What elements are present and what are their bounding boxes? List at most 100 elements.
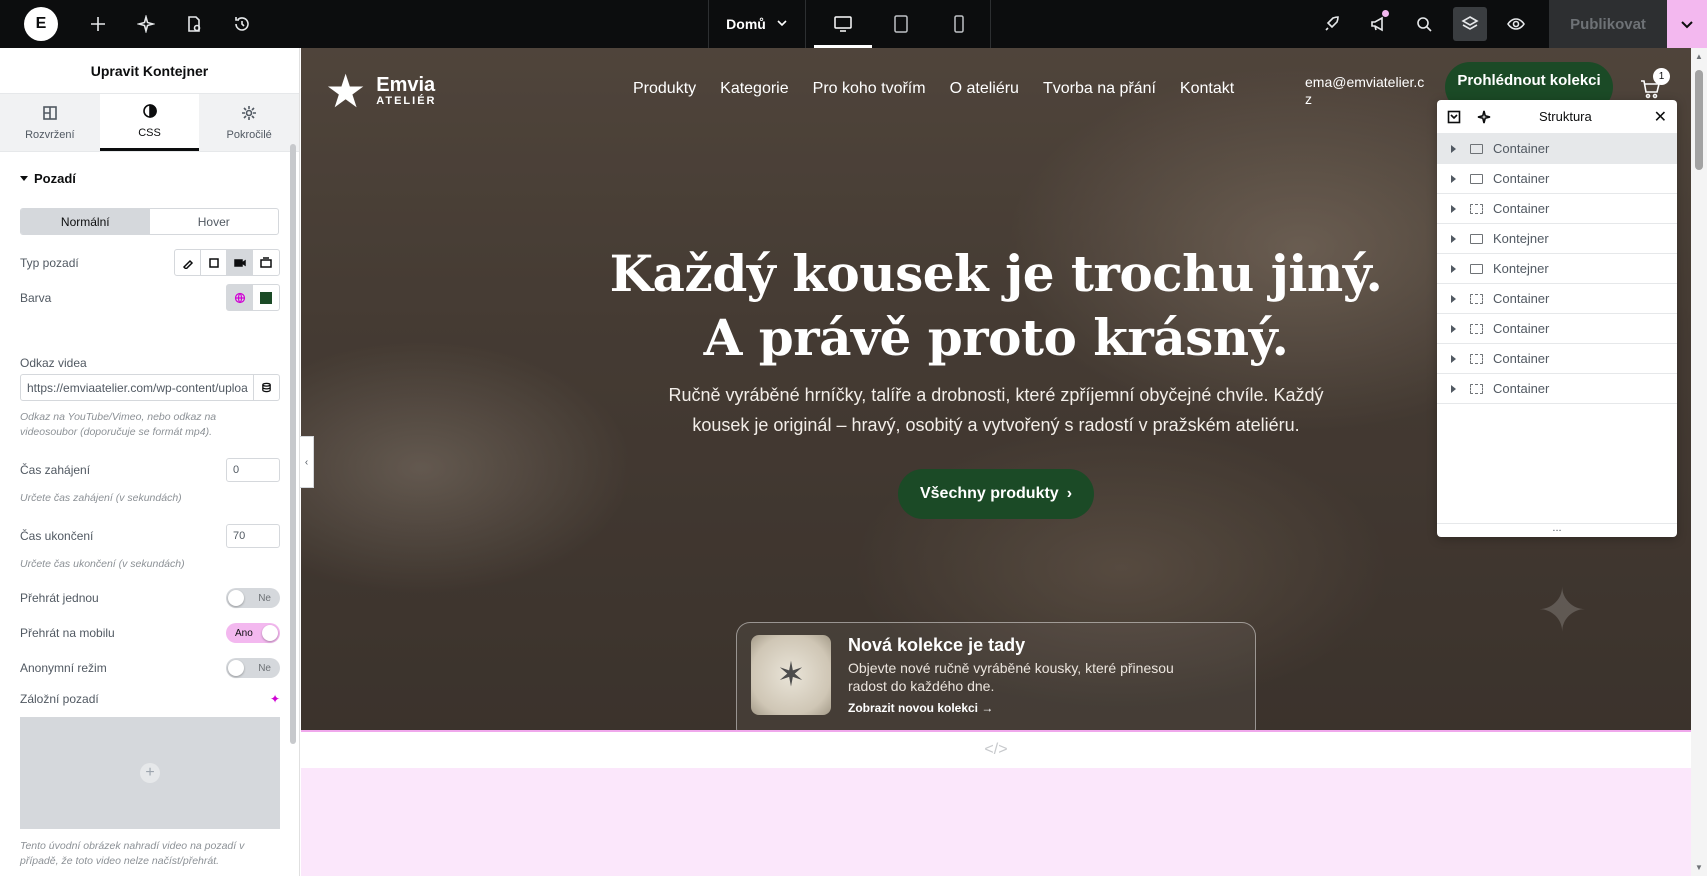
contact-email[interactable]: ema@emviatelier.cz [1305,74,1431,108]
logo-sub: ATELIÉR [376,95,437,107]
play-mobile-toggle[interactable]: Ano [226,623,280,643]
play-once-toggle[interactable]: Ne [226,588,280,608]
launch-button[interactable] [1309,0,1355,48]
structure-item[interactable]: Container [1437,134,1677,164]
scroll-thumb[interactable] [1695,70,1703,170]
end-time-row: Čas ukončení 70 [20,524,280,548]
structure-item[interactable]: Container [1437,374,1677,404]
state-hover-button[interactable]: Hover [150,209,279,234]
container-icon [1470,353,1483,364]
nav-item-produkty[interactable]: Produkty [633,80,696,98]
dynamic-tags-button[interactable] [253,375,279,400]
structure-item[interactable]: Container [1437,194,1677,224]
container-icon [1470,143,1483,154]
canvas-scrollbar[interactable]: ▲ ▼ [1691,48,1707,876]
html-widget-placeholder[interactable]: </> [301,732,1691,768]
ai-sparkle-icon[interactable]: ✦ [270,692,280,706]
promo-title: Nová kolekce je tady [848,635,1026,655]
sparkle-icon [137,15,155,33]
ai-button[interactable] [122,0,170,48]
structure-item-label: Container [1493,141,1550,156]
state-normal-button[interactable]: Normální [21,209,150,234]
global-colors-button[interactable] [227,285,253,310]
nav-item-kategorie[interactable]: Kategorie [720,80,789,98]
tab-advanced[interactable]: Pokročilé [199,94,299,151]
anonymous-mode-toggle[interactable]: Ne [226,658,280,678]
history-icon [235,17,249,31]
caret-right-icon[interactable] [1451,354,1456,363]
video-link-input[interactable]: https://emviaatelier.com/wp-content/uplo… [20,374,280,401]
scroll-down-icon[interactable]: ▼ [1695,863,1703,872]
site-logo[interactable]: ★ Emvia ATELIÉR [325,68,437,114]
color-control [226,284,280,311]
pink-section[interactable] [301,768,1691,876]
publish-button[interactable]: Publikovat [1549,0,1667,48]
section-background-toggle[interactable]: Pozadí [0,152,299,204]
end-time-input[interactable]: 70 [226,524,280,548]
container-icon [1470,263,1483,274]
nav-item-tvorba[interactable]: Tvorba na přání [1043,80,1156,98]
structure-item[interactable]: Kontejner [1437,224,1677,254]
caret-right-icon[interactable] [1451,324,1456,333]
caret-right-icon[interactable] [1451,174,1456,183]
structure-item-label: Container [1493,291,1550,306]
fallback-help: Tento úvodní obrázek nahradí video na po… [20,840,245,867]
structure-item-label: Container [1493,201,1550,216]
structure-toggle-button[interactable] [1453,7,1487,41]
structure-item[interactable]: Kontejner [1437,254,1677,284]
history-button[interactable] [218,0,266,48]
all-products-button[interactable]: Všechny produkty › [898,469,1094,519]
preview-button[interactable] [1493,0,1539,48]
notifications-button[interactable] [1355,0,1401,48]
bg-gradient-button[interactable] [201,250,227,275]
scroll-up-icon[interactable]: ▲ [1695,52,1703,61]
notification-dot [1382,10,1389,17]
publish-options-button[interactable] [1667,0,1707,48]
elementor-logo-button[interactable]: E [24,7,58,41]
close-icon[interactable]: ✕ [1654,107,1667,127]
tab-layout[interactable]: Rozvržení [0,94,100,151]
caret-right-icon[interactable] [1451,144,1456,153]
structure-item-label: Container [1493,351,1550,366]
collapse-all-icon[interactable] [1447,110,1461,124]
caret-right-icon[interactable] [1451,294,1456,303]
tablet-view-button[interactable] [872,0,930,48]
mobile-view-button[interactable] [930,0,988,48]
start-time-row: Čas zahájení 0 [20,458,280,482]
color-picker-button[interactable] [253,285,279,310]
tablet-icon [894,15,908,33]
caret-right-icon[interactable] [1451,384,1456,393]
promo-link[interactable]: Zobrazit novou kolekci → [848,701,993,715]
end-time-label: Čas ukončení [20,529,94,543]
sparkle-icon[interactable] [1477,110,1491,124]
caret-right-icon[interactable] [1451,264,1456,273]
bg-slideshow-button[interactable] [253,250,279,275]
add-element-button[interactable] [74,0,122,48]
bg-classic-button[interactable] [175,250,201,275]
structure-resize-handle[interactable]: ... [1437,523,1677,537]
style-icon [142,104,157,118]
page-settings-button[interactable] [170,0,218,48]
panel-scrollbar[interactable] [290,144,296,744]
all-products-label: Všechny produkty [919,485,1059,502]
collapse-panel-button[interactable]: ‹ [300,436,314,488]
tab-style[interactable]: CSS [99,94,200,151]
editor-panel: Upravit Kontejner Rozvržení CSS Pokročil… [0,48,300,876]
fallback-image-picker[interactable]: + [20,717,280,829]
structure-item[interactable]: Container [1437,164,1677,194]
nav-item-kontakt[interactable]: Kontakt [1180,80,1234,98]
caret-right-icon[interactable] [1451,234,1456,243]
page-selector[interactable]: Domů [708,0,806,48]
start-time-input[interactable]: 0 [226,458,280,482]
bg-video-button[interactable] [227,250,253,275]
nav-item-pro-koho[interactable]: Pro koho tvořím [813,80,926,98]
new-collection-card[interactable]: ✶ Nová kolekce je tady Objevte nové ručn… [736,622,1256,731]
caret-right-icon[interactable] [1451,204,1456,213]
structure-item[interactable]: Container [1437,284,1677,314]
search-button[interactable] [1401,0,1447,48]
globe-icon [234,292,246,303]
nav-item-o-ateliru[interactable]: O ateliéru [950,80,1019,98]
desktop-view-button[interactable] [814,0,872,48]
structure-item[interactable]: Container [1437,344,1677,374]
structure-item[interactable]: Container [1437,314,1677,344]
